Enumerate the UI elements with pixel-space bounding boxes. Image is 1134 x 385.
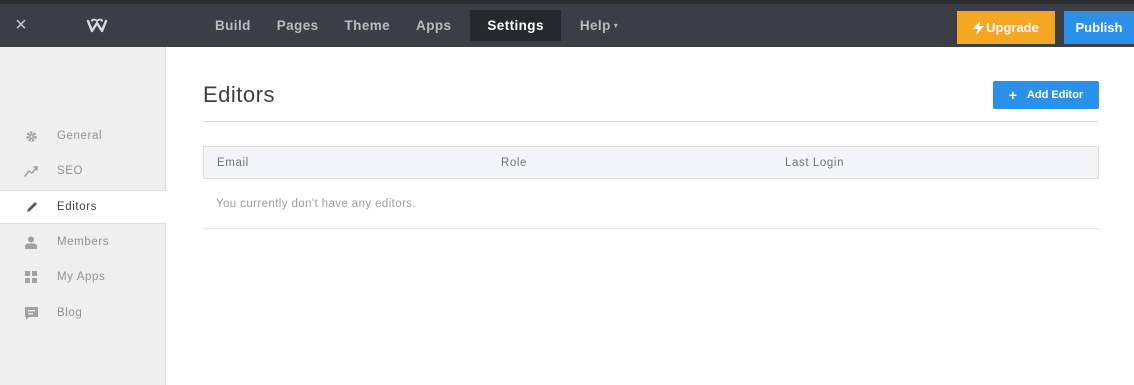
sidebar-item-general[interactable]: General [0,119,166,153]
nav-theme[interactable]: Theme [332,10,404,41]
close-icon: × [15,14,27,36]
upgrade-button[interactable]: Upgrade [957,11,1055,44]
add-editor-label: Add Editor [1026,89,1084,101]
editors-table-header: Email Role Last Login [203,146,1099,179]
nav-build-label: Build [215,18,251,33]
sidebar-item-members[interactable]: Members [0,225,166,259]
main-nav: Build Pages Theme Apps Settings Help ▾ [202,10,631,41]
nav-help[interactable]: Help ▾ [567,10,631,41]
sidebar-item-seo[interactable]: SEO [0,154,166,188]
nav-pages[interactable]: Pages [264,10,332,41]
sidebar-item-label: SEO [57,165,84,177]
sidebar-item-label: Blog [57,307,83,319]
nav-settings[interactable]: Settings [470,10,561,41]
chevron-down-icon: ▾ [613,21,619,30]
sidebar-item-label: My Apps [57,271,106,283]
sidebar-item-editors[interactable]: Editors [0,190,167,224]
column-header-last-login[interactable]: Last Login [785,147,844,178]
settings-sidebar: General SEO Editors Members My Apps Blog [0,47,167,385]
lightning-icon [973,20,985,35]
trend-icon [24,164,38,178]
nav-apps[interactable]: Apps [403,10,464,41]
title-divider [203,121,1099,122]
publish-button[interactable]: Publish [1064,11,1134,44]
person-icon [24,235,38,249]
column-header-email[interactable]: Email [217,147,249,178]
sidebar-item-my-apps[interactable]: My Apps [0,260,166,294]
comment-icon [24,306,38,320]
sidebar-item-blog[interactable]: Blog [0,296,166,330]
close-button[interactable]: × [0,4,42,47]
pencil-icon [24,200,38,214]
plus-icon: + [1008,87,1017,103]
nav-apps-label: Apps [416,18,452,33]
w-logo-icon[interactable] [82,4,112,47]
column-header-role[interactable]: Role [501,147,527,178]
empty-state-message: You currently don't have any editors. [203,179,1099,229]
sidebar-item-label: General [57,130,103,142]
top-bar: × Build Pages Theme Apps Settings Help ▾ [0,0,1134,47]
nav-settings-label: Settings [487,18,544,33]
page-title: Editors [203,82,275,107]
publish-label: Publish [1075,20,1123,35]
nav-pages-label: Pages [276,18,319,33]
sidebar-item-label: Editors [57,201,97,213]
grid-icon [24,270,38,284]
sidebar-item-label: Members [57,236,110,248]
gear-icon [24,129,38,143]
nav-help-label: Help [579,18,611,33]
add-editor-button[interactable]: + Add Editor [993,81,1099,109]
nav-theme-label: Theme [344,18,391,33]
upgrade-label: Upgrade [986,20,1039,35]
nav-build[interactable]: Build [202,10,264,41]
